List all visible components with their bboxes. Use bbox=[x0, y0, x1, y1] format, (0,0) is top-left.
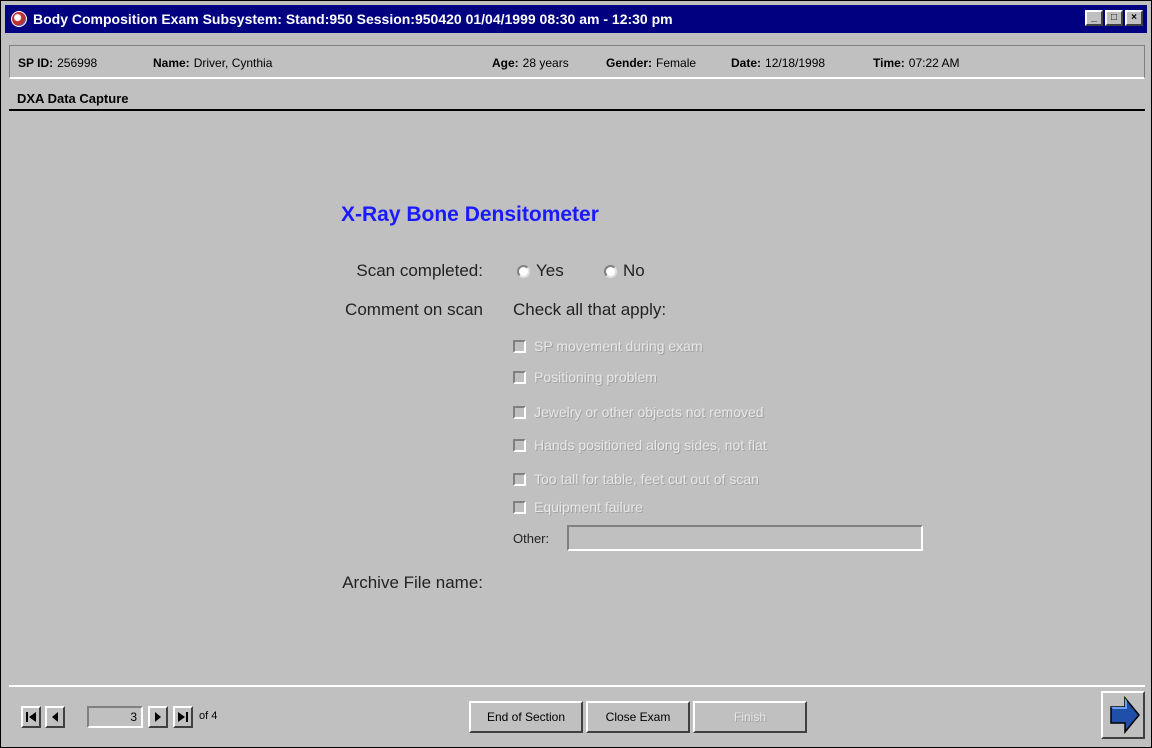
date-field: Date: 12/18/1998 bbox=[731, 56, 825, 70]
check-sp-movement-label: SP movement during exam bbox=[534, 338, 703, 354]
minimize-button[interactable]: _ bbox=[1085, 10, 1103, 26]
radio-yes[interactable]: Yes bbox=[517, 261, 564, 281]
application-window: Body Composition Exam Subsystem: Stand:9… bbox=[0, 0, 1152, 748]
title-bar[interactable]: Body Composition Exam Subsystem: Stand:9… bbox=[5, 5, 1147, 33]
checkbox-hands[interactable] bbox=[513, 438, 526, 452]
radio-no-label: No bbox=[623, 261, 645, 280]
bottom-navigation: 3 of 4 End of Section Close Exam Finish bbox=[9, 685, 1145, 741]
close-exam-button[interactable]: Close Exam bbox=[586, 701, 690, 733]
next-page-icon bbox=[155, 712, 161, 722]
name-value: Driver, Cynthia bbox=[193, 56, 273, 70]
checkbox-positioning[interactable] bbox=[513, 370, 526, 384]
check-all-label: Check all that apply: bbox=[513, 300, 667, 319]
gender-value: Female bbox=[656, 56, 697, 70]
name-field: Name: Driver, Cynthia bbox=[153, 56, 272, 70]
check-equipment[interactable]: Equipment failure bbox=[513, 499, 643, 515]
maximize-button[interactable]: □ bbox=[1105, 10, 1123, 26]
next-section-button[interactable] bbox=[1101, 691, 1145, 739]
check-hands-label: Hands positioned along sides, not flat bbox=[534, 437, 767, 453]
check-jewelry-label: Jewelry or other objects not removed bbox=[534, 404, 764, 420]
sp-id-value: 256998 bbox=[57, 56, 98, 70]
radio-no-circle[interactable] bbox=[604, 264, 617, 278]
last-page-icon bbox=[178, 712, 188, 722]
time-label: Time: bbox=[873, 56, 905, 70]
checkbox-too-tall[interactable] bbox=[513, 472, 526, 486]
first-page-button[interactable] bbox=[21, 706, 41, 728]
end-of-section-button[interactable]: End of Section bbox=[469, 701, 583, 733]
check-too-tall-label: Too tall for table, feet cut out of scan bbox=[534, 471, 759, 487]
age-label: Age: bbox=[492, 56, 519, 70]
radio-no[interactable]: No bbox=[604, 261, 645, 281]
time-value: 07:22 AM bbox=[908, 56, 960, 70]
sp-id-field: SP ID: 256998 bbox=[18, 56, 97, 70]
radio-yes-circle[interactable] bbox=[517, 264, 530, 278]
patient-info-bar: SP ID: 256998 Name: Driver, Cynthia Age: 28… bbox=[9, 45, 1145, 79]
comment-label: Comment on scan bbox=[345, 300, 483, 319]
date-label: Date: bbox=[731, 56, 762, 70]
first-page-icon bbox=[26, 712, 36, 722]
gender-field: Gender: Female bbox=[606, 56, 696, 70]
check-jewelry[interactable]: Jewelry or other objects not removed bbox=[513, 404, 764, 420]
form-heading: X-Ray Bone Densitometer bbox=[341, 203, 599, 226]
window-title: Body Composition Exam Subsystem: Stand:9… bbox=[33, 11, 673, 27]
check-equipment-label: Equipment failure bbox=[534, 499, 643, 515]
checkbox-equipment[interactable] bbox=[513, 500, 526, 514]
radio-yes-label: Yes bbox=[536, 261, 564, 280]
time-field: Time: 07:22 AM bbox=[873, 56, 960, 70]
checkbox-jewelry[interactable] bbox=[513, 405, 526, 419]
scan-completed-label: Scan completed: bbox=[356, 261, 483, 280]
checkbox-sp-movement[interactable] bbox=[513, 339, 526, 353]
section-title: DXA Data Capture bbox=[9, 87, 1145, 111]
next-page-button[interactable] bbox=[148, 706, 168, 728]
date-value: 12/18/1998 bbox=[765, 56, 826, 70]
close-button[interactable]: × bbox=[1125, 10, 1143, 26]
other-input[interactable] bbox=[567, 525, 923, 551]
finish-button[interactable]: Finish bbox=[693, 701, 807, 733]
check-too-tall[interactable]: Too tall for table, feet cut out of scan bbox=[513, 471, 759, 487]
archive-file-label: Archive File name: bbox=[342, 573, 483, 592]
name-label: Name: bbox=[153, 56, 190, 70]
last-page-button[interactable] bbox=[173, 706, 193, 728]
next-arrow-icon bbox=[1110, 695, 1140, 735]
age-field: Age: 28 years bbox=[492, 56, 569, 70]
page-count: of 4 bbox=[199, 710, 218, 722]
gender-label: Gender: bbox=[606, 56, 653, 70]
check-sp-movement[interactable]: SP movement during exam bbox=[513, 338, 703, 354]
sp-id-label: SP ID: bbox=[18, 56, 54, 70]
page-number-input[interactable]: 3 bbox=[87, 706, 143, 728]
prev-page-button[interactable] bbox=[45, 706, 65, 728]
other-label: Other: bbox=[513, 531, 550, 546]
window-controls: _ □ × bbox=[1085, 10, 1143, 26]
check-positioning[interactable]: Positioning problem bbox=[513, 369, 657, 385]
prev-page-icon bbox=[52, 712, 58, 722]
age-value: 28 years bbox=[522, 56, 569, 70]
check-positioning-label: Positioning problem bbox=[534, 369, 657, 385]
check-hands[interactable]: Hands positioned along sides, not flat bbox=[513, 437, 767, 453]
app-icon[interactable] bbox=[11, 11, 27, 27]
